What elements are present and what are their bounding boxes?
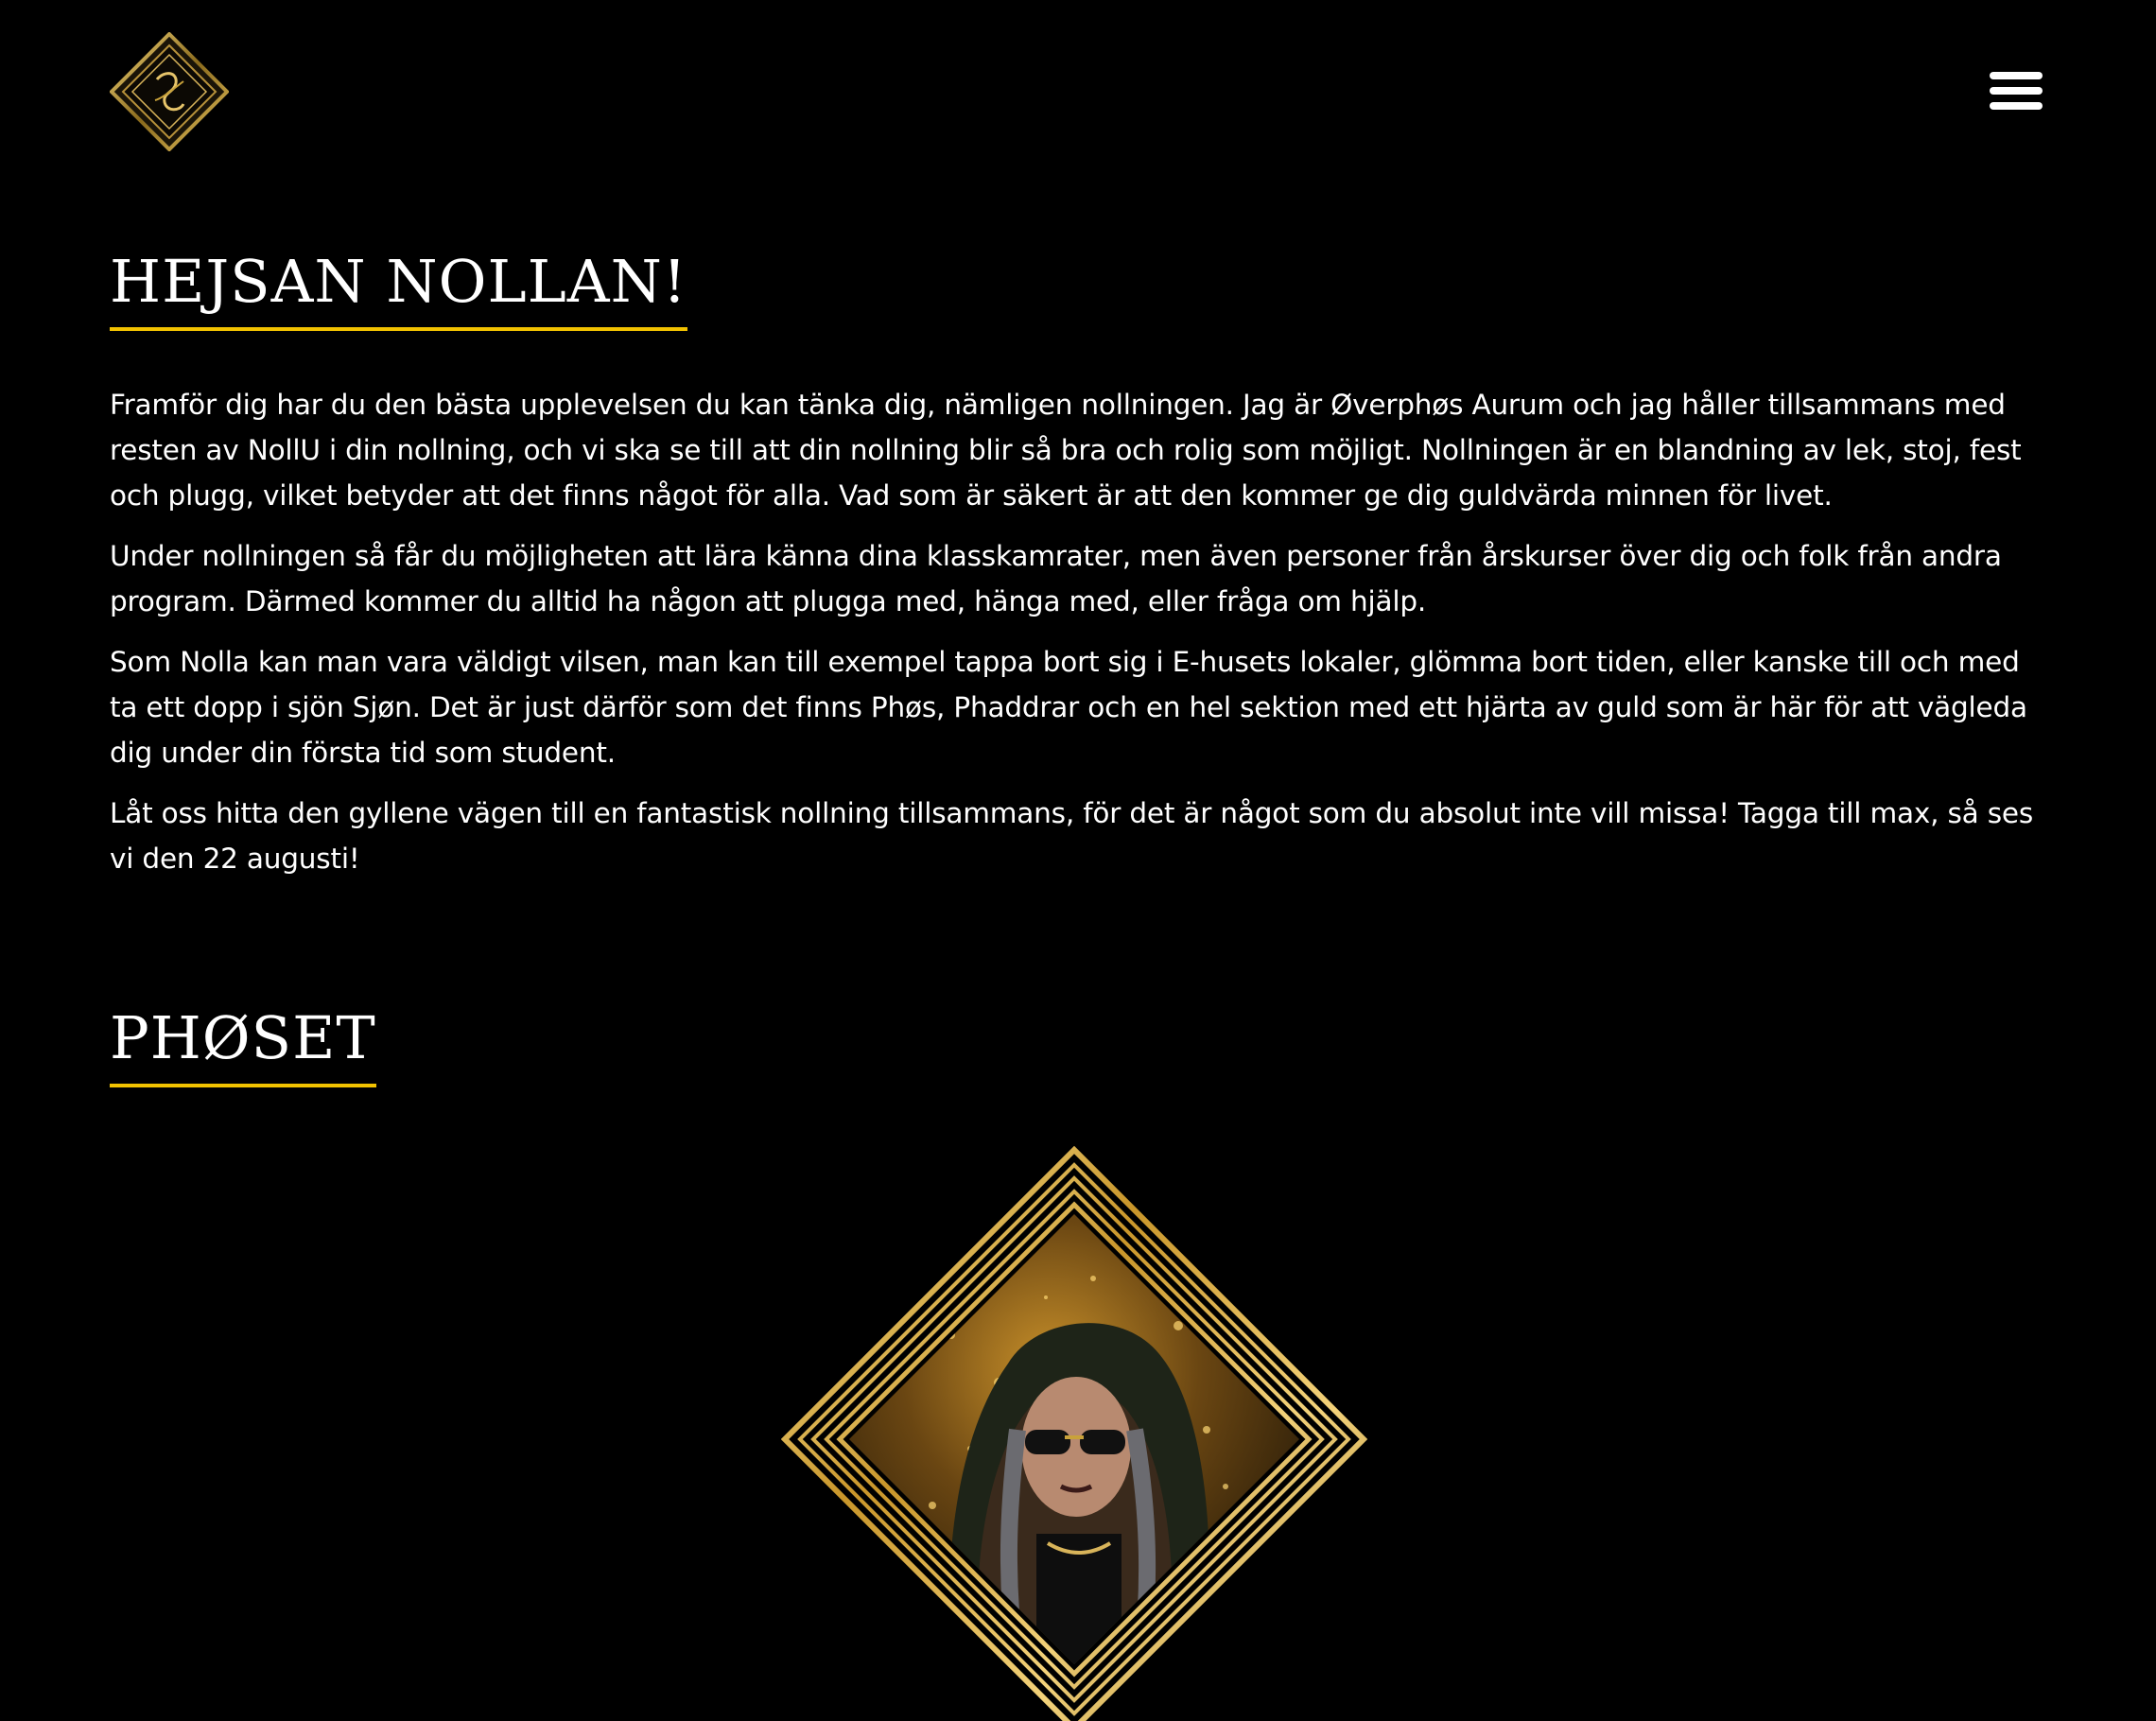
phoset-title-underline (110, 1084, 376, 1087)
intro-paragraph: Framför dig har du den bästa upplevelsen… (110, 389, 2022, 512)
hamburger-menu-icon (1990, 72, 2043, 79)
intro-text: Framför dig har du den bästa upplevelsen… (110, 382, 2048, 881)
menu-button[interactable] (1990, 68, 2046, 113)
phoset-section: PHØSET (110, 1000, 376, 1087)
hamburger-menu-icon-bar (1990, 87, 2043, 95)
intro-paragraph: Under nollningen så får du möjligheten a… (110, 540, 2002, 617)
intro-title: HEJSAN NOLLAN! (110, 247, 687, 316)
gold-diamond-framed-portrait (781, 1146, 1367, 1721)
phos-portrait[interactable] (781, 1146, 1367, 1721)
intro-title-underline (110, 327, 687, 331)
intro-section: HEJSAN NOLLAN! Framför dig har du den bä… (110, 244, 2048, 896)
hamburger-menu-icon-bar (1990, 102, 2043, 110)
phoset-title: PHØSET (110, 1003, 376, 1072)
intro-title-wrap: HEJSAN NOLLAN! (110, 244, 687, 331)
intro-paragraph: Låt oss hitta den gyllene vägen till en … (110, 797, 2033, 875)
intro-paragraph: Som Nolla kan man vara väldigt vilsen, m… (110, 646, 2027, 769)
site-header (0, 0, 2156, 189)
site-logo-icon[interactable] (110, 32, 229, 151)
phoset-title-wrap: PHØSET (110, 1000, 376, 1087)
ornate-gold-diamond-logo-icon (110, 32, 229, 151)
